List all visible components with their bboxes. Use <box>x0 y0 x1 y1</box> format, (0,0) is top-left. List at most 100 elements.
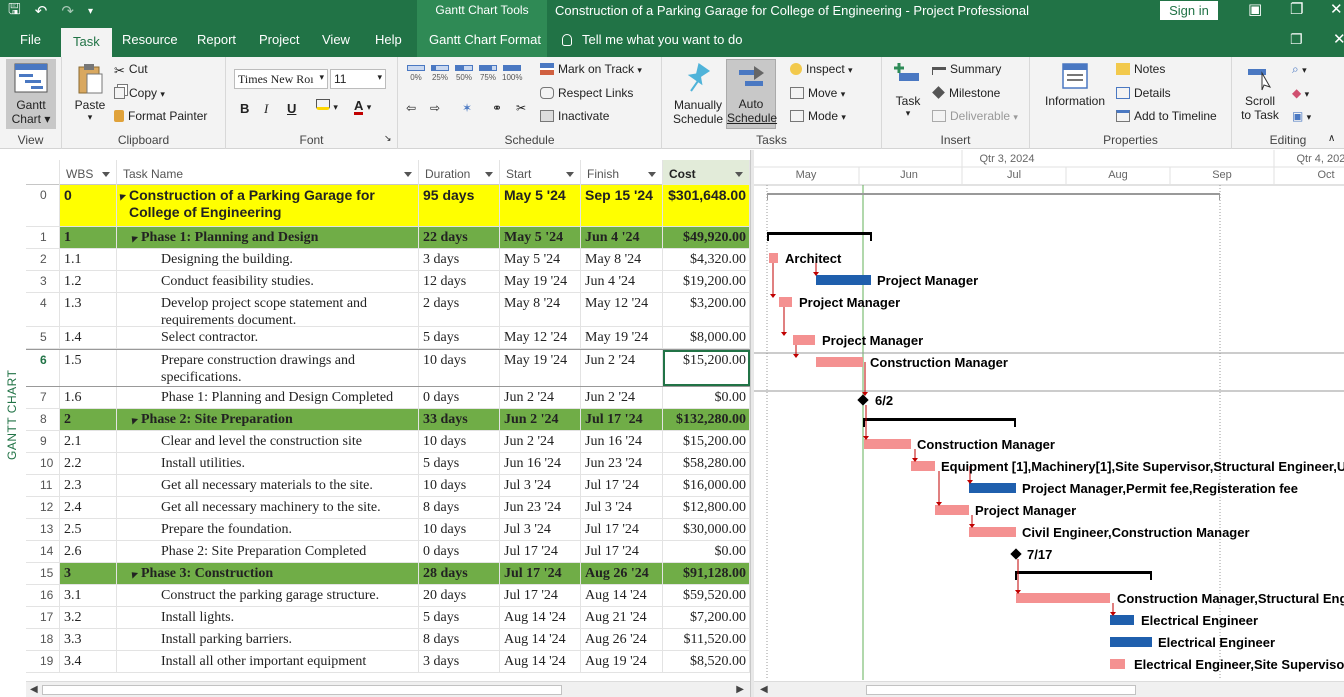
finish-filter-icon[interactable] <box>648 172 656 177</box>
cell-wbs[interactable]: 3.3 <box>60 629 117 650</box>
font-size-select[interactable]: 11 ▾ <box>330 69 386 89</box>
cell-duration[interactable]: 8 days <box>419 629 500 650</box>
row-header-corner[interactable] <box>26 160 60 185</box>
unlink-tasks-icon[interactable]: ✂ <box>516 101 526 115</box>
cell-name[interactable]: Install all other important equipment <box>117 651 419 672</box>
tell-me-search[interactable]: Tell me what you want to do <box>562 32 742 47</box>
cell-duration[interactable]: 10 days <box>419 519 500 540</box>
pane-splitter[interactable] <box>750 150 754 697</box>
cell-cost[interactable]: $0.00 <box>663 387 750 408</box>
task-name-filter-icon[interactable] <box>404 172 412 177</box>
cell-finish[interactable]: Jun 23 '24 <box>581 453 663 474</box>
cell-start[interactable]: Jul 17 '24 <box>500 541 581 562</box>
cell-name[interactable]: Phase 1: Planning and Design <box>117 227 419 248</box>
cell-duration[interactable]: 33 days <box>419 409 500 430</box>
cell-id[interactable]: 11 <box>26 475 60 496</box>
cell-cost[interactable]: $4,320.00 <box>663 249 750 270</box>
details-button[interactable]: Details <box>1116 86 1171 100</box>
cell-start[interactable]: Aug 14 '24 <box>500 629 581 650</box>
table-horizontal-scrollbar[interactable]: ◀ ▶ <box>26 681 750 697</box>
cell-start[interactable]: Jun 23 '24 <box>500 497 581 518</box>
table-row[interactable]: 9 2.1 Clear and level the construction sit… <box>26 431 750 453</box>
column-header-cost[interactable]: Cost <box>663 160 750 185</box>
cell-cost[interactable]: $15,200.00 <box>663 350 750 386</box>
cell-name[interactable]: Phase 3: Construction <box>117 563 419 584</box>
cell-finish[interactable]: Jun 4 '24 <box>581 227 663 248</box>
collapse-triangle-icon[interactable] <box>128 415 139 425</box>
cell-start[interactable]: Jul 3 '24 <box>500 475 581 496</box>
cell-duration[interactable]: 12 days <box>419 271 500 292</box>
cell-wbs[interactable]: 3.1 <box>60 585 117 606</box>
outdent-icon[interactable]: ⇦ <box>406 101 416 115</box>
chart-horizontal-scrollbar[interactable]: ◀ <box>754 681 1344 697</box>
percent-complete-50-button[interactable]: 50% <box>454 65 474 82</box>
cell-cost[interactable]: $11,520.00 <box>663 629 750 650</box>
column-header-task-name[interactable]: Task Name <box>117 160 419 185</box>
cell-wbs[interactable]: 2.2 <box>60 453 117 474</box>
italic-button[interactable]: I <box>264 101 268 117</box>
cell-finish[interactable]: Jul 3 '24 <box>581 497 663 518</box>
cell-duration[interactable]: 10 days <box>419 350 500 386</box>
cell-finish[interactable]: Aug 26 '24 <box>581 563 663 584</box>
table-row[interactable]: 19 3.4 Install all other important equipme… <box>26 651 750 673</box>
percent-complete-25-button[interactable]: 25% <box>430 65 450 82</box>
cell-id[interactable]: 14 <box>26 541 60 562</box>
cell-id[interactable]: 1 <box>26 227 60 248</box>
cell-name[interactable]: Get all necessary materials to the site. <box>117 475 419 496</box>
cell-name[interactable]: Prepare the foundation. <box>117 519 419 540</box>
tab-resource[interactable]: Resource <box>122 32 178 47</box>
notes-button[interactable]: Notes <box>1116 62 1165 76</box>
cell-id[interactable]: 12 <box>26 497 60 518</box>
table-row[interactable]: 1 1 Phase 1: Planning and Design 22 days May… <box>26 227 750 249</box>
indent-icon[interactable]: ⇨ <box>430 101 440 115</box>
add-to-timeline-button[interactable]: Add to Timeline <box>1116 109 1217 123</box>
tab-help[interactable]: Help <box>375 32 402 47</box>
table-row[interactable]: 3 1.2 Conduct feasibility studies. 12 days M… <box>26 271 750 293</box>
cell-duration[interactable]: 28 days <box>419 563 500 584</box>
cell-start[interactable]: May 12 '24 <box>500 327 581 348</box>
inspect-button[interactable]: Inspect ▾ <box>790 62 853 76</box>
paste-button[interactable]: Paste ▾ <box>72 63 108 123</box>
cell-start[interactable]: Aug 14 '24 <box>500 651 581 672</box>
start-filter-icon[interactable] <box>566 172 574 177</box>
tab-file[interactable]: File <box>20 32 41 47</box>
table-row[interactable]: 14 2.6 Phase 2: Site Preparation Completed… <box>26 541 750 563</box>
tab-report[interactable]: Report <box>197 32 236 47</box>
save-icon[interactable]: 🖫 <box>8 0 21 24</box>
collapse-triangle-icon[interactable] <box>117 191 127 201</box>
restore-doc-icon[interactable]: ❐ <box>1290 31 1303 48</box>
cell-duration[interactable]: 3 days <box>419 249 500 270</box>
cell-finish[interactable]: Jun 16 '24 <box>581 431 663 452</box>
cell-name[interactable]: Designing the building. <box>117 249 419 270</box>
cell-name[interactable]: Prepare construction drawings and specif… <box>117 350 419 386</box>
table-row[interactable]: 11 2.3 Get all necessary materials to the … <box>26 475 750 497</box>
cell-start[interactable]: May 8 '24 <box>500 293 581 326</box>
summary-button[interactable]: Summary <box>932 62 1001 76</box>
table-scroll-thumb[interactable] <box>42 685 562 695</box>
collapse-triangle-icon[interactable] <box>128 569 139 579</box>
cell-start[interactable]: Jul 17 '24 <box>500 585 581 606</box>
ribbon-display-icon[interactable]: ▣ <box>1248 0 1262 22</box>
cell-wbs[interactable]: 2.5 <box>60 519 117 540</box>
table-row[interactable]: 16 3.1 Construct the parking garage struct… <box>26 585 750 607</box>
cell-id[interactable]: 18 <box>26 629 60 650</box>
cell-cost[interactable]: $132,280.00 <box>663 409 750 430</box>
sign-in-button[interactable]: Sign in <box>1160 1 1218 20</box>
cell-id[interactable]: 17 <box>26 607 60 628</box>
font-color-button[interactable]: A ▾ <box>354 99 371 115</box>
table-row[interactable]: 7 1.6 Phase 1: Planning and Design Complet… <box>26 387 750 409</box>
cell-finish[interactable]: May 12 '24 <box>581 293 663 326</box>
column-header-duration[interactable]: Duration <box>419 160 500 185</box>
cell-id[interactable]: 7 <box>26 387 60 408</box>
cell-wbs[interactable]: 1.5 <box>60 350 117 386</box>
cell-wbs[interactable]: 3.4 <box>60 651 117 672</box>
cell-cost[interactable]: $8,000.00 <box>663 327 750 348</box>
cell-name[interactable]: Construct the parking garage structure. <box>117 585 419 606</box>
redo-icon[interactable]: ↷ <box>61 2 74 20</box>
inactivate-button[interactable]: Inactivate <box>540 109 609 123</box>
fill-icon[interactable]: ▣ ▾ <box>1292 109 1311 123</box>
cell-id[interactable]: 6 <box>26 350 60 386</box>
table-row[interactable]: 10 2.2 Install utilities. 5 days Jun 16 '24 J… <box>26 453 750 475</box>
tab-gantt-chart-format[interactable]: Gantt Chart Format <box>429 32 541 47</box>
cell-wbs[interactable]: 2.1 <box>60 431 117 452</box>
